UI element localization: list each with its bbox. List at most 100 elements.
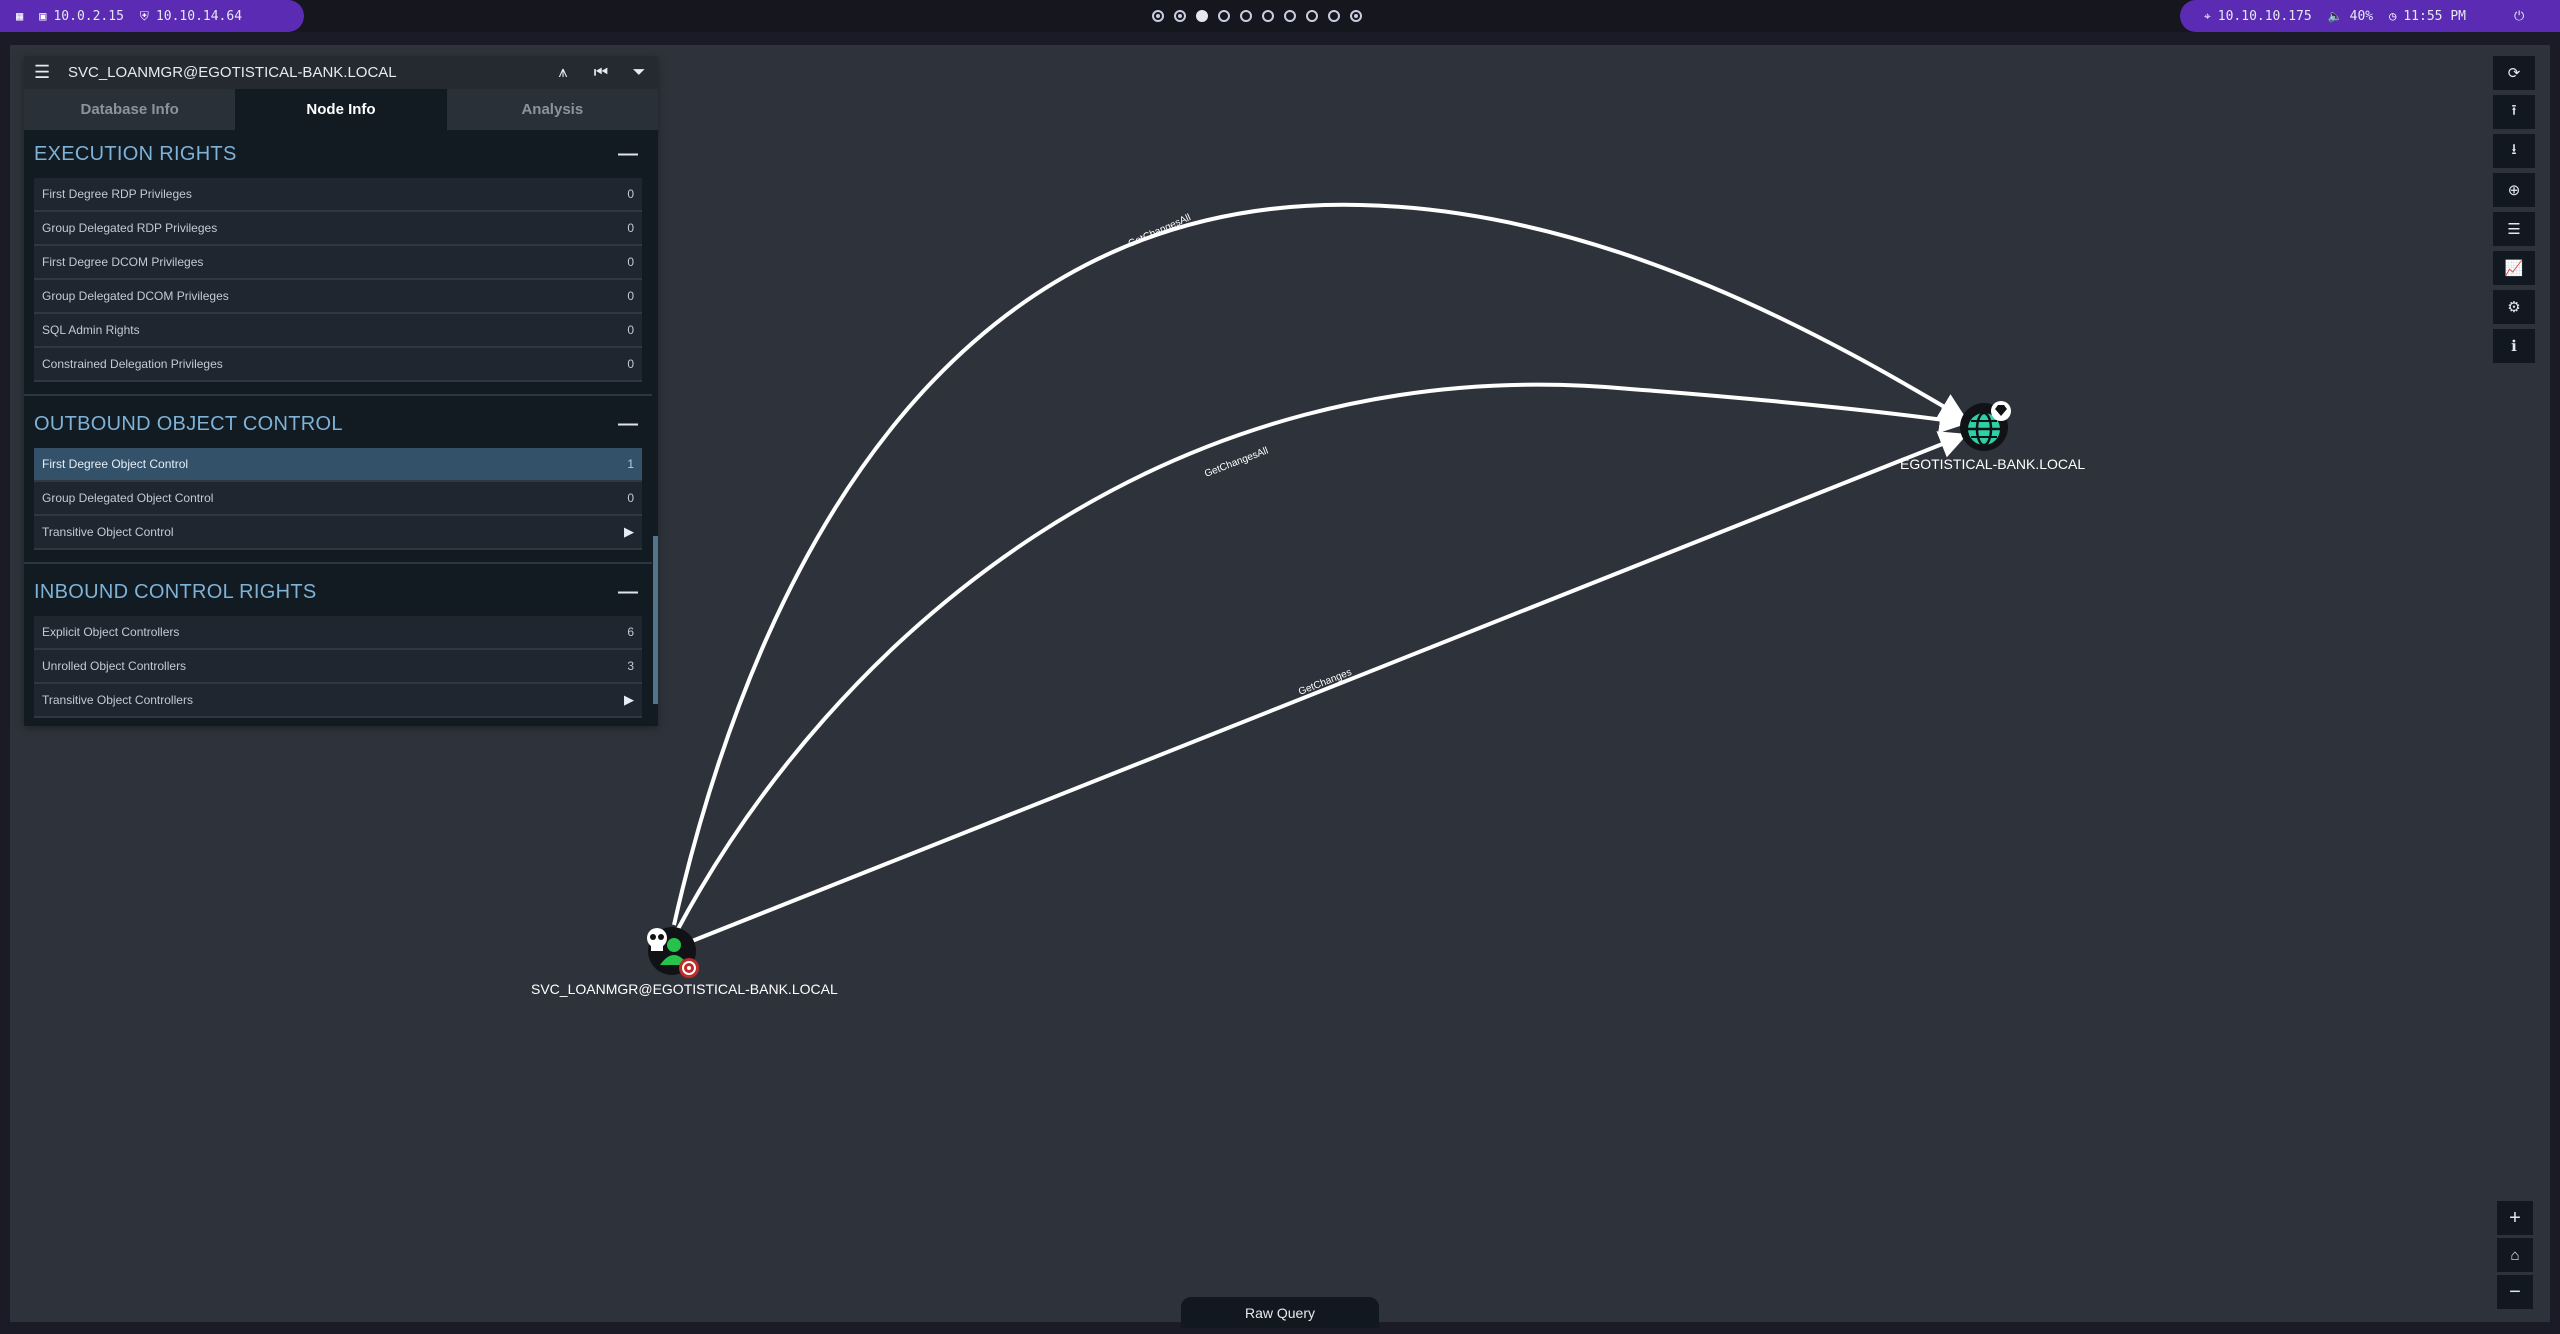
edge-getchangesall-2[interactable] <box>676 382 1968 930</box>
user-node-label: SVC_LOANMGR@EGOTISTICAL-BANK.LOCAL <box>531 981 838 997</box>
info-row[interactable]: Group Delegated Object Control 0 <box>34 482 642 516</box>
workspace-2[interactable] <box>1174 10 1186 22</box>
tab-database-info[interactable]: Database Info <box>24 89 236 130</box>
node-info-panel: ☰ SVC_LOANMGR@EGOTISTICAL-BANK.LOCAL ⩚ ⏮… <box>24 56 658 726</box>
export-icon[interactable]: ⭱ <box>2493 95 2535 129</box>
panel-sections[interactable]: EXECUTION RIGHTS — First Degree RDP Privil… <box>24 130 658 726</box>
panel-header: ☰ SVC_LOANMGR@EGOTISTICAL-BANK.LOCAL ⩚ ⏮… <box>24 56 658 89</box>
selected-node-title: SVC_LOANMGR@EGOTISTICAL-BANK.LOCAL <box>68 64 397 81</box>
info-row[interactable]: First Degree RDP Privileges 0 <box>34 178 642 212</box>
edge-label-1: GetChangesAll <box>1127 212 1193 249</box>
info-row-label: Group Delegated Object Control <box>42 491 214 505</box>
upload-icon[interactable]: ⊕ <box>2493 173 2535 207</box>
tab-analysis[interactable]: Analysis <box>446 89 658 130</box>
settings-icon[interactable]: ⚙ <box>2493 290 2535 324</box>
info-row[interactable]: Transitive Object Controllers ▶ <box>34 684 642 718</box>
collapse-icon[interactable]: — <box>618 581 638 604</box>
target-badge-icon <box>679 958 699 978</box>
diamond-badge-icon <box>1991 401 2011 421</box>
pathfinding-icon[interactable]: ⩚ <box>544 64 582 82</box>
tab-node-info[interactable]: Node Info <box>235 89 447 130</box>
section-divider <box>24 550 652 564</box>
info-row-label: Transitive Object Control <box>42 525 174 539</box>
info-row-value: 3 <box>627 659 634 673</box>
domain-node-label: EGOTISTICAL-BANK.LOCAL <box>1900 456 2086 472</box>
edge-getchangesall-1[interactable] <box>672 202 1968 926</box>
collapse-icon[interactable]: — <box>618 143 638 166</box>
user-node[interactable] <box>647 927 699 978</box>
workspace-3[interactable] <box>1196 10 1208 22</box>
info-row-label: First Degree Object Control <box>42 457 189 471</box>
chart-icon[interactable]: 📈 <box>2493 251 2535 285</box>
workspace-5[interactable] <box>1240 10 1252 22</box>
query-list-icon[interactable]: ☰ <box>2493 212 2535 246</box>
expand-arrow-icon: ▶ <box>624 524 634 539</box>
info-row[interactable]: Constrained Delegation Privileges 0 <box>34 348 642 382</box>
power-icon[interactable]: ⏻ <box>2514 9 2524 24</box>
domain-node[interactable] <box>1960 401 2011 451</box>
raw-query-button[interactable]: Raw Query <box>1181 1297 1379 1328</box>
volume-text: 40% <box>2349 8 2374 24</box>
edge-label-2: GetChangesAll <box>1203 445 1270 479</box>
info-row[interactable]: Explicit Object Controllers 6 <box>34 616 642 650</box>
scrollbar-thumb[interactable] <box>653 536 658 704</box>
info-row-label: SQL Admin Rights <box>42 323 140 337</box>
workspace-switcher[interactable] <box>1152 0 1362 32</box>
workspace-9[interactable] <box>1328 10 1340 22</box>
info-row-value: 0 <box>627 357 634 371</box>
clock-indicator: ◷ 11:55 PM <box>2389 9 2466 24</box>
info-row-value: 0 <box>627 289 634 303</box>
info-row[interactable]: Unrolled Object Controllers 3 <box>34 650 642 684</box>
home-icon[interactable]: ⌂ <box>2497 1238 2533 1272</box>
section-title: OUTBOUND OBJECT CONTROL <box>34 412 343 435</box>
section-title: EXECUTION RIGHTS <box>34 142 237 165</box>
info-row[interactable]: First Degree DCOM Privileges 0 <box>34 246 642 280</box>
section-divider <box>24 382 652 396</box>
collapse-icon[interactable]: — <box>618 413 638 436</box>
apps-menu-icon[interactable]: ▦ <box>16 9 23 23</box>
info-row-label: Group Delegated DCOM Privileges <box>42 289 229 303</box>
info-row-value: 0 <box>627 187 634 201</box>
workspace-6[interactable] <box>1262 10 1274 22</box>
section-header: OUTBOUND OBJECT CONTROL — <box>24 400 658 448</box>
clock-icon: ◷ <box>2389 9 2397 23</box>
vpn-ip-indicator: ⛨ 10.10.14.64 <box>140 9 242 24</box>
filter-icon[interactable]: ⏷ <box>620 64 658 82</box>
info-row[interactable]: Group Delegated DCOM Privileges 0 <box>34 280 642 314</box>
workspace-7[interactable] <box>1284 10 1296 22</box>
info-row-label: Unrolled Object Controllers <box>42 659 187 673</box>
workspace-4[interactable] <box>1218 10 1230 22</box>
back-icon[interactable]: ⏮ <box>582 64 620 82</box>
info-row[interactable]: Group Delegated RDP Privileges 0 <box>34 212 642 246</box>
shield-icon: ⛨ <box>139 8 149 23</box>
info-row[interactable]: First Degree Object Control 1 <box>34 448 642 482</box>
info-row-label: Transitive Object Controllers <box>42 693 193 707</box>
info-row[interactable]: SQL Admin Rights 0 <box>34 314 642 348</box>
zoom-out-icon[interactable]: − <box>2497 1275 2533 1309</box>
info-row-value: 0 <box>627 255 634 269</box>
workspace-10[interactable] <box>1350 10 1362 22</box>
hamburger-menu-icon[interactable]: ☰ <box>34 62 64 83</box>
import-icon[interactable]: ⭳ <box>2493 134 2535 168</box>
section-header: EXECUTION RIGHTS — <box>24 130 658 178</box>
info-row-value: 0 <box>627 323 634 337</box>
speaker-icon: 🔈 <box>2327 9 2343 23</box>
workspace-1[interactable] <box>1152 10 1164 22</box>
volume-indicator[interactable]: 🔈 40% <box>2328 9 2373 24</box>
refresh-icon[interactable]: ⟳ <box>2493 56 2535 90</box>
info-row[interactable]: Transitive Object Control ▶ <box>34 516 642 550</box>
local-ip-indicator: ▣ 10.0.2.15 <box>39 9 124 24</box>
top-bar-left: ▦ ▣ 10.0.2.15 ⛨ 10.10.14.64 <box>0 0 304 32</box>
clock-text: 11:55 PM <box>2403 8 2466 24</box>
info-row-label: Constrained Delegation Privileges <box>42 357 223 371</box>
edge-getchanges[interactable] <box>681 431 1968 947</box>
monitor-icon: ▣ <box>39 9 47 23</box>
top-bar-right: ⌖ 10.10.10.175 🔈 40% ◷ 11:55 PM ⏻ <box>2180 0 2560 32</box>
target-icon: ⌖ <box>2204 8 2211 23</box>
top-bar: ▦ ▣ 10.0.2.15 ⛨ 10.10.14.64 ⌖ 10.10.10.1… <box>0 0 2560 32</box>
zoom-in-icon[interactable]: + <box>2497 1201 2533 1235</box>
info-icon[interactable]: ℹ <box>2493 329 2535 363</box>
workspace-8[interactable] <box>1306 10 1318 22</box>
expand-arrow-icon: ▶ <box>624 692 634 707</box>
info-row-value: 0 <box>627 221 634 235</box>
